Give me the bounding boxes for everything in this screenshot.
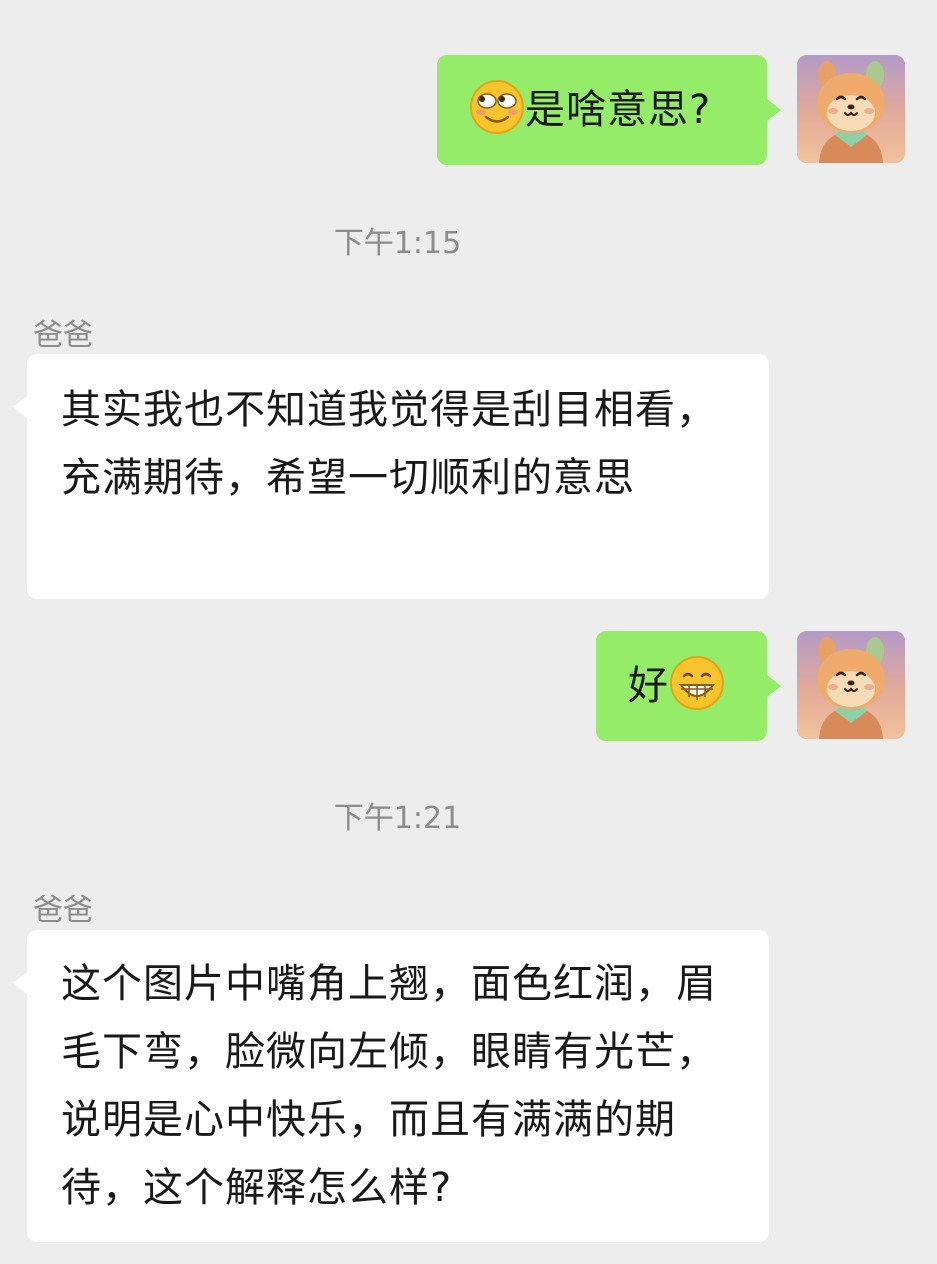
message-bubble-self[interactable]: 是啥意思?: [437, 55, 767, 165]
bubble-tail: [767, 99, 781, 121]
avatar-self[interactable]: [797, 55, 905, 163]
message-text: 好: [628, 663, 669, 709]
grinning-teeth-emoji-icon: [669, 655, 725, 711]
chat-message-list[interactable]: 是啥意思? 下午1:15 爸爸 其实我也不知道我觉得是刮目相看，充满期待，希望一…: [0, 0, 937, 1264]
bubble-tail: [13, 396, 27, 418]
message-text: 是啥意思?: [525, 87, 712, 133]
message-timestamp: 下午1:15: [333, 226, 462, 261]
rolling-eyes-smile-emoji-icon: [469, 79, 525, 135]
sender-name: 爸爸: [33, 318, 93, 353]
bubble-tail: [13, 972, 27, 994]
bubble-tail: [767, 675, 781, 697]
message-text: 其实我也不知道我觉得是刮目相看，充满期待，希望一切顺利的意思: [61, 387, 717, 501]
avatar-self[interactable]: [797, 631, 905, 739]
message-timestamp: 下午1:21: [333, 801, 462, 836]
message-row-self: 是啥意思?: [0, 0, 937, 170]
message-text: 这个图片中嘴角上翘，面色红润，眉毛下弯，脸微向左倾，眼睛有光芒，说明是心中快乐，…: [61, 961, 717, 1211]
sender-name: 爸爸: [33, 893, 93, 928]
message-bubble-self[interactable]: 好: [596, 631, 767, 741]
message-bubble-other[interactable]: 其实我也不知道我觉得是刮目相看，充满期待，希望一切顺利的意思: [27, 354, 769, 599]
message-bubble-other[interactable]: 这个图片中嘴角上翘，面色红润，眉毛下弯，脸微向左倾，眼睛有光芒，说明是心中快乐，…: [27, 930, 769, 1242]
